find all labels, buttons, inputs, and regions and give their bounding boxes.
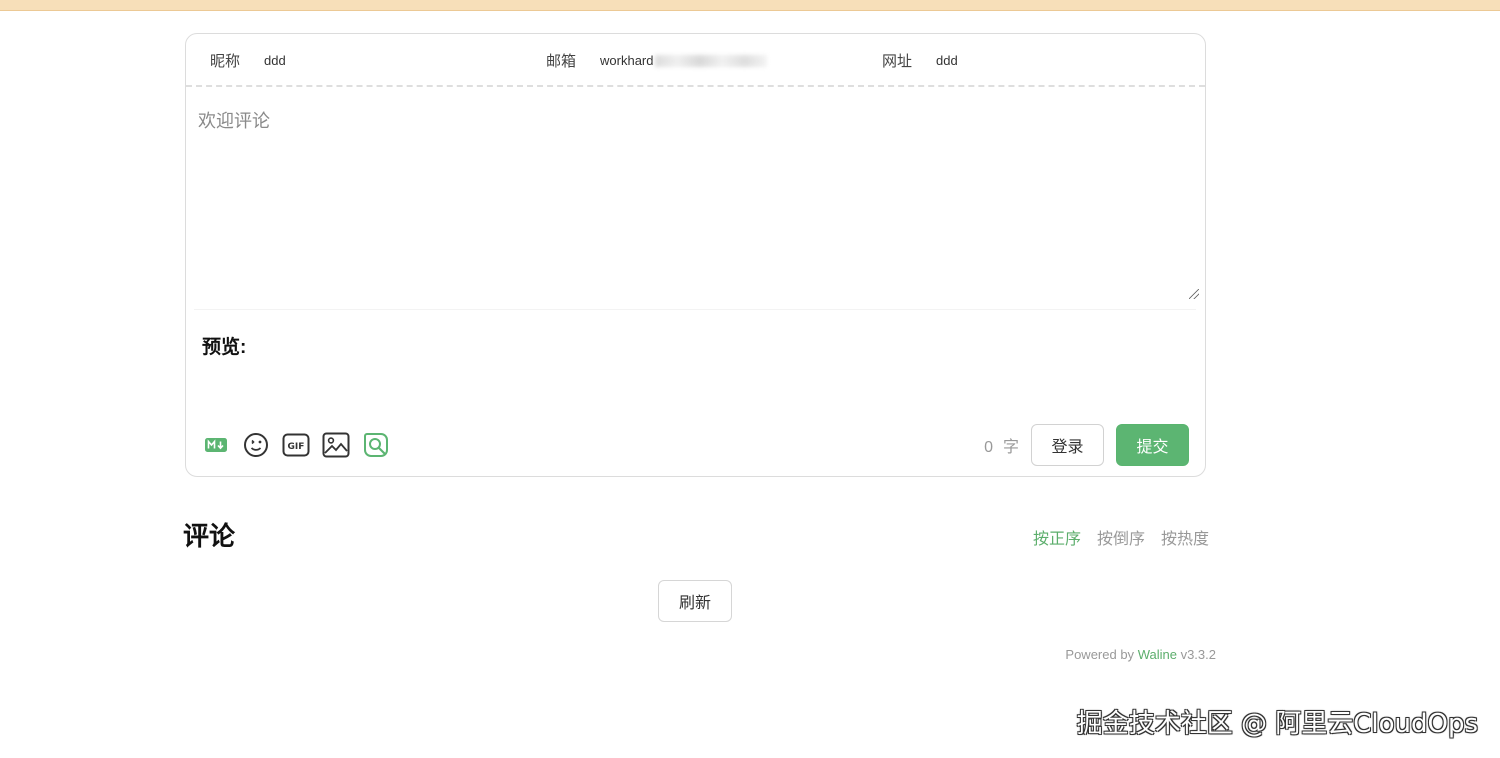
comment-panel: 昵称 ddd 邮箱 workhard 网址 ddd 预览: bbox=[185, 33, 1206, 477]
word-count-value: 0 bbox=[984, 439, 993, 456]
email-redaction bbox=[655, 55, 768, 68]
powered-prefix: Powered by bbox=[1065, 647, 1135, 662]
word-count-unit: 字 bbox=[1002, 439, 1019, 456]
top-strip bbox=[0, 0, 1500, 11]
editor-toolbar: GIF bbox=[202, 427, 390, 463]
login-button[interactable]: 登录 bbox=[1031, 424, 1104, 466]
sort-tabs: 按正序 按倒序 按热度 bbox=[1033, 525, 1209, 549]
submit-button[interactable]: 提交 bbox=[1116, 424, 1189, 466]
mail-field[interactable]: 邮箱 workhard bbox=[546, 34, 768, 86]
nick-field[interactable]: 昵称 ddd bbox=[210, 34, 286, 86]
comment-editor[interactable] bbox=[186, 89, 1205, 319]
image-icon[interactable] bbox=[322, 431, 350, 459]
sort-hot-tab[interactable]: 按热度 bbox=[1161, 525, 1209, 549]
editor-divider bbox=[194, 309, 1196, 310]
user-info-row: 昵称 ddd 邮箱 workhard 网址 ddd bbox=[186, 34, 1205, 87]
link-label: 网址 bbox=[882, 52, 913, 70]
version: v3.3.2 bbox=[1180, 647, 1216, 662]
powered-by: Powered by Waline v3.3.2 bbox=[1065, 647, 1216, 662]
nick-label: 昵称 bbox=[210, 52, 241, 70]
link-field[interactable]: 网址 ddd bbox=[882, 34, 958, 86]
preview-label: 预览: bbox=[202, 337, 247, 358]
markdown-icon[interactable] bbox=[202, 431, 230, 459]
mail-value: workhard bbox=[600, 52, 654, 68]
preview-icon[interactable] bbox=[362, 431, 390, 459]
word-count: 0字 bbox=[984, 433, 1019, 457]
sort-asc-tab[interactable]: 按正序 bbox=[1033, 525, 1081, 549]
emoji-icon[interactable] bbox=[242, 431, 270, 459]
mail-label: 邮箱 bbox=[546, 52, 577, 70]
link-input[interactable]: ddd bbox=[936, 53, 958, 68]
comments-title: 评论 bbox=[183, 521, 236, 551]
comment-textarea[interactable] bbox=[186, 89, 1205, 319]
sort-desc-tab[interactable]: 按倒序 bbox=[1097, 525, 1145, 549]
watermark: 掘金技术社区 @ 阿里云CloudOps bbox=[1076, 709, 1478, 739]
mail-input[interactable]: workhard bbox=[600, 52, 768, 68]
svg-text:GIF: GIF bbox=[288, 442, 305, 452]
nick-input[interactable]: ddd bbox=[264, 53, 286, 68]
resize-handle[interactable] bbox=[1189, 289, 1199, 299]
editor-actions: 0字 登录 提交 bbox=[984, 424, 1189, 466]
waline-link[interactable]: Waline bbox=[1138, 647, 1177, 662]
gif-icon[interactable]: GIF bbox=[282, 431, 310, 459]
refresh-button[interactable]: 刷新 bbox=[658, 580, 732, 622]
